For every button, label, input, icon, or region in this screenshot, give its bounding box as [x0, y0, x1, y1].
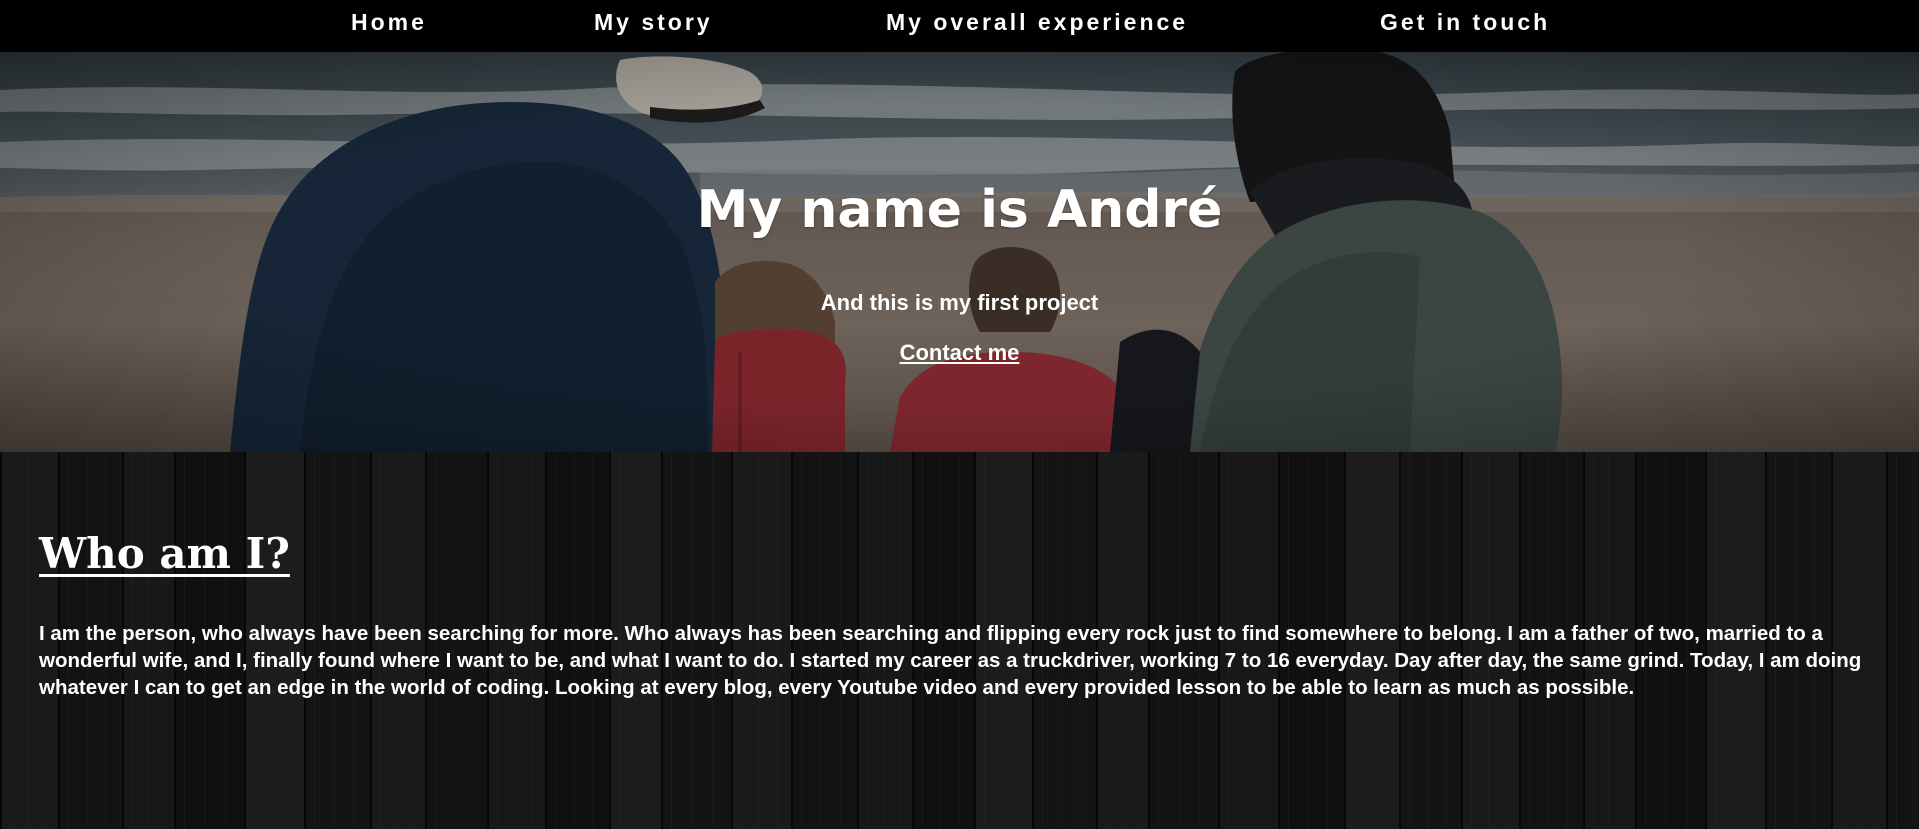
- about-paragraph: I am the person, who always have been se…: [39, 622, 1862, 699]
- hero-title: My name is André: [696, 180, 1223, 240]
- nav-link-get-in-touch[interactable]: Get in touch: [1380, 9, 1550, 35]
- about-heading: Who am I?: [39, 529, 290, 578]
- hero-subtitle: And this is my first project: [820, 290, 1099, 315]
- top-navigation: Home My story My overall experience Get …: [0, 0, 1919, 52]
- about-section: Who am I? I am the person, who always ha…: [0, 452, 1919, 829]
- hero-contact-wrapper: Contact me: [0, 340, 1919, 366]
- contact-me-link[interactable]: Contact me: [900, 340, 1020, 365]
- hero-section: My name is André And this is my first pr…: [0, 52, 1919, 452]
- nav-link-overall-experience[interactable]: My overall experience: [886, 9, 1188, 35]
- nav-link-home[interactable]: Home: [351, 9, 427, 35]
- nav-link-my-story[interactable]: My story: [594, 9, 713, 35]
- hero-background-photo: [0, 52, 1919, 452]
